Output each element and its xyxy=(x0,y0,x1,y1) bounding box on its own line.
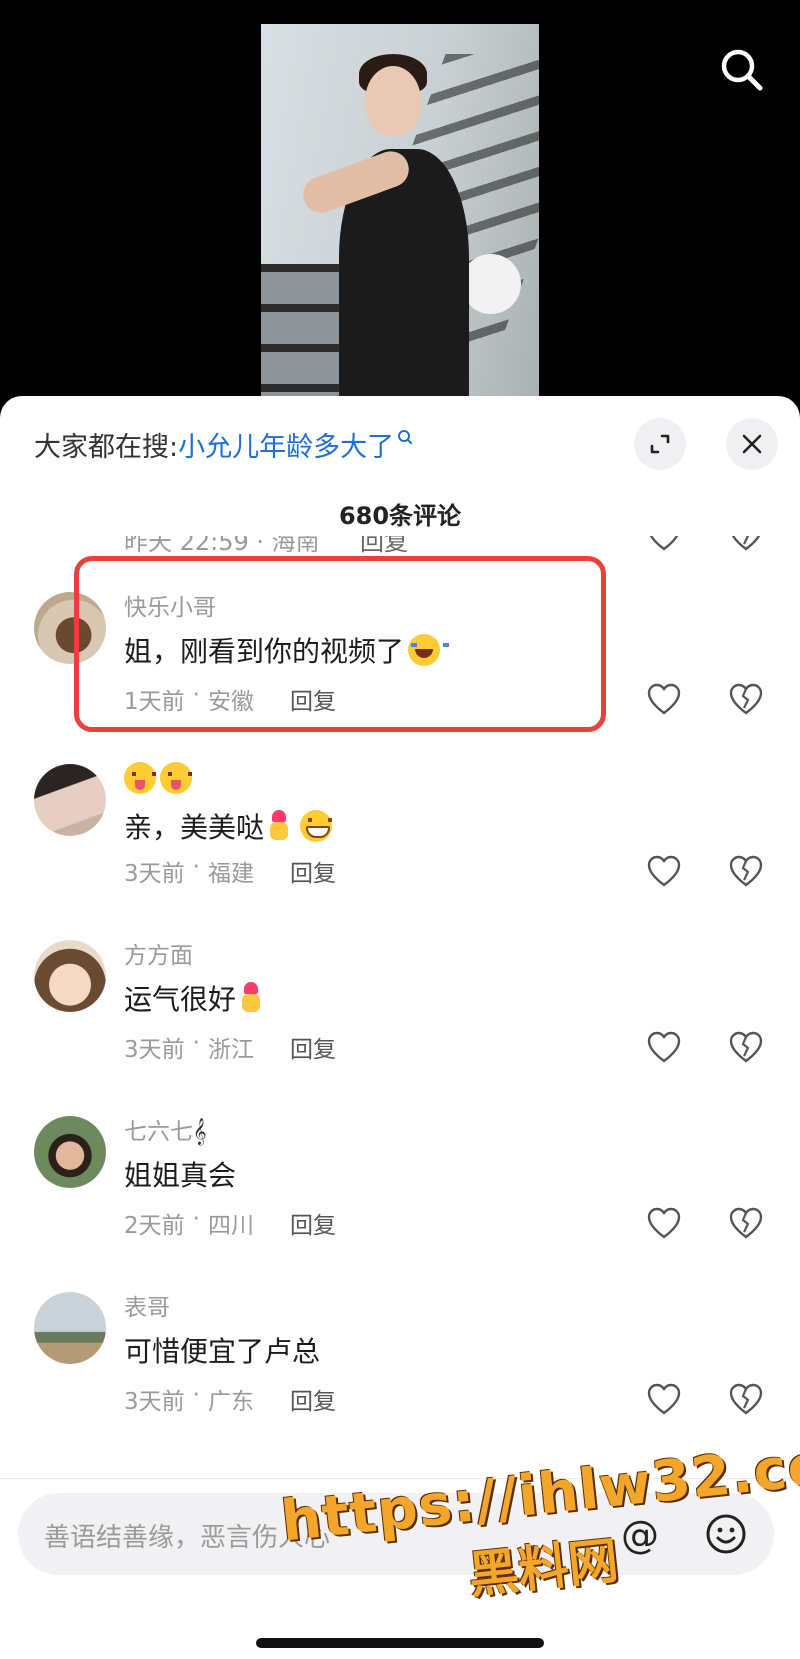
close-icon xyxy=(742,434,762,454)
meta-separator: · xyxy=(192,854,200,880)
comment-text: 可惜便宜了卢总 xyxy=(124,1330,320,1370)
comment-text-content: 运气很好 xyxy=(124,983,237,1016)
like-heart-icon[interactable] xyxy=(646,536,682,554)
comment-emoji-line xyxy=(124,762,192,794)
meta-separator: · xyxy=(192,1206,200,1232)
hot-search-row[interactable]: 大家都在搜: 小允儿年龄多大了 xyxy=(34,422,414,466)
reply-button[interactable]: 回复 xyxy=(290,1206,336,1240)
video-plush-toy xyxy=(461,254,521,314)
heart-hands-emoji xyxy=(240,982,262,1014)
dislike-broken-heart-icon[interactable] xyxy=(728,1206,764,1242)
comment-input-bar: 善语结善缘，恶言伤人心 @ xyxy=(0,1478,800,1659)
dislike-broken-heart-icon[interactable] xyxy=(728,536,764,554)
comment-item[interactable]: 表哥 可惜便宜了卢总 3天前 · 广东 回复 xyxy=(0,1292,800,1462)
dislike-broken-heart-icon[interactable] xyxy=(728,682,764,718)
like-heart-icon[interactable] xyxy=(646,854,682,890)
music-note-glyph: 𝄞 xyxy=(193,1119,207,1145)
squint-tongue-emoji xyxy=(124,762,156,794)
comment-time: 2天前 xyxy=(124,1213,185,1239)
close-button[interactable] xyxy=(726,418,778,470)
comment-time: 3天前 xyxy=(124,1389,185,1415)
search-small-icon xyxy=(398,430,413,444)
comment-time: 3天前 xyxy=(124,861,185,887)
like-heart-icon[interactable] xyxy=(646,1206,682,1242)
comment-text-content: 亲，美美哒 xyxy=(124,811,265,844)
avatar[interactable] xyxy=(34,1292,106,1364)
avatar[interactable] xyxy=(34,940,106,1012)
comment-location: 浙江 xyxy=(207,1037,254,1063)
like-heart-icon[interactable] xyxy=(646,1382,682,1418)
comment-username-text: 七六七 xyxy=(124,1119,193,1145)
reply-button[interactable]: 回复 xyxy=(290,1382,336,1416)
comment-text: 运气很好 xyxy=(124,978,262,1018)
comment-input[interactable]: 善语结善缘，恶言伤人心 @ xyxy=(18,1493,774,1575)
comment-time: 3天前 xyxy=(124,1037,185,1063)
video-player[interactable] xyxy=(261,24,539,420)
comment-item[interactable]: 亲，美美哒 3天前 · 福建 回复 xyxy=(0,762,800,934)
highlight-annotation-box xyxy=(74,556,606,732)
grin-emoji xyxy=(300,810,333,842)
avatar[interactable] xyxy=(34,764,106,836)
comment-meta: 3天前 · 福建 回复 xyxy=(124,854,336,888)
comment-meta: 2天前 · 四川 回复 xyxy=(124,1206,336,1240)
comment-count: 680条评论 xyxy=(338,502,462,530)
avatar[interactable] xyxy=(34,1116,106,1188)
heart-hands-emoji xyxy=(268,810,290,842)
comment-text: 亲，美美哒 xyxy=(124,806,333,846)
comment-location: 广东 xyxy=(207,1389,254,1415)
reply-button[interactable]: 回复 xyxy=(290,854,336,888)
dislike-broken-heart-icon[interactable] xyxy=(728,854,764,890)
comment-sheet: 大家都在搜: 小允儿年龄多大了 680条评论 昨天 22:59 · 海南 回复 … xyxy=(0,396,800,1659)
comment-text-content: 可惜便宜了卢总 xyxy=(124,1335,321,1368)
dislike-broken-heart-icon[interactable] xyxy=(728,1382,764,1418)
home-indicator xyxy=(256,1638,544,1648)
like-heart-icon[interactable] xyxy=(646,682,682,718)
comment-username[interactable]: 方方面 xyxy=(124,936,193,970)
like-heart-icon[interactable] xyxy=(646,1030,682,1066)
comment-meta: 3天前 · 浙江 回复 xyxy=(124,1030,336,1064)
comment-meta: 3天前 · 广东 回复 xyxy=(124,1382,336,1416)
meta-separator: · xyxy=(192,1030,200,1056)
search-icon[interactable] xyxy=(716,44,768,96)
comment-item[interactable]: 方方面 运气很好 3天前 · 浙江 回复 xyxy=(0,940,800,1110)
reply-button[interactable]: 回复 xyxy=(290,1030,336,1064)
comment-username[interactable]: 表哥 xyxy=(124,1288,170,1322)
comment-text: 姐姐真会 xyxy=(124,1154,236,1194)
dislike-broken-heart-icon[interactable] xyxy=(728,1030,764,1066)
comment-input-placeholder[interactable]: 善语结善缘，恶言伤人心 xyxy=(44,1517,330,1554)
hot-search-query[interactable]: 小允儿年龄多大了 xyxy=(178,425,394,464)
comment-text-content: 姐姐真会 xyxy=(124,1159,237,1192)
comment-item[interactable]: 七六七𝄞 姐姐真会 2天前 · 四川 回复 xyxy=(0,1116,800,1286)
expand-icon xyxy=(650,434,670,454)
expand-button[interactable] xyxy=(634,418,686,470)
meta-separator: · xyxy=(192,1382,200,1408)
video-person-head xyxy=(365,66,421,136)
partial-comment-reply[interactable]: 回复 xyxy=(360,536,408,557)
comment-location: 四川 xyxy=(207,1213,254,1239)
hot-search-prefix: 大家都在搜: xyxy=(34,431,179,463)
comment-username[interactable]: 七六七𝄞 xyxy=(124,1112,207,1146)
squint-tongue-emoji xyxy=(160,762,192,794)
video-area[interactable] xyxy=(0,0,800,420)
partial-comment-meta: 昨天 22:59 · 海南 xyxy=(124,536,320,556)
comment-location: 福建 xyxy=(207,861,254,887)
emoji-picker-icon[interactable] xyxy=(704,1512,748,1556)
mention-icon[interactable]: @ xyxy=(618,1513,662,1557)
